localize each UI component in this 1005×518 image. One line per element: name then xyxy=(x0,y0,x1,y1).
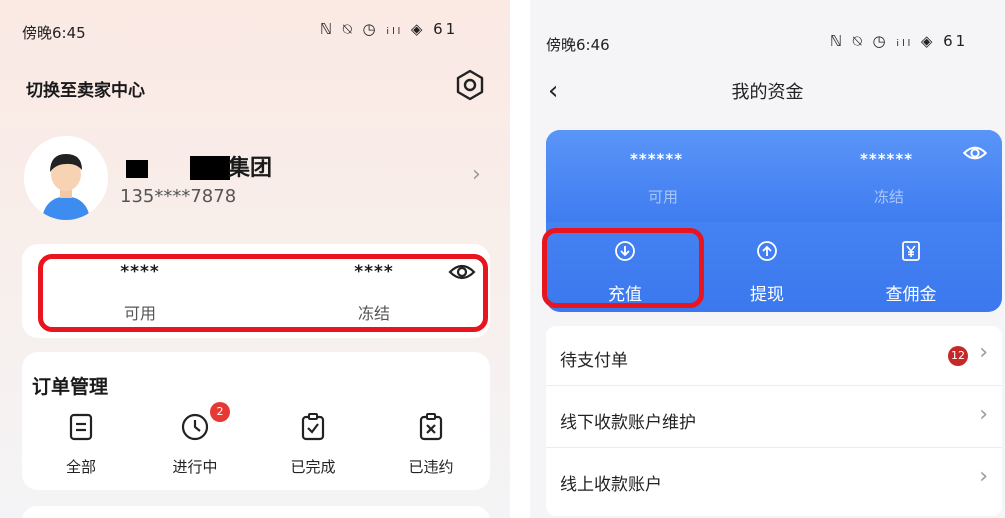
frozen-value: ****** xyxy=(860,150,914,168)
withdraw-button[interactable]: 提现 xyxy=(722,240,812,305)
status-time: 傍晚6:45 xyxy=(22,24,86,42)
user-phone: 135****7878 xyxy=(120,186,237,207)
switch-to-seller-link[interactable]: 切换至卖家中心 xyxy=(26,76,145,101)
pending-count-badge: 12 xyxy=(948,346,968,366)
order-count-badge: 2 xyxy=(210,402,230,422)
online-account-label: 线上收款账户 xyxy=(560,475,662,495)
redaction-block xyxy=(126,160,148,178)
my-funds-screen: 傍晚6:46 ℕ ⍉ ◷ ᵢₗₗ ◈ 61 ‹ 我的资金 ****** 可用 *… xyxy=(530,0,1005,518)
clock-icon xyxy=(181,413,209,441)
available-value: **** xyxy=(120,262,160,282)
offline-account-row[interactable]: 线下收款账户维护 › xyxy=(546,388,1002,448)
status-time: 傍晚6:46 xyxy=(546,36,610,54)
frozen-value: **** xyxy=(354,262,394,282)
status-bar: 傍晚6:46 ℕ ⍉ ◷ ᵢₗₗ ◈ 61 xyxy=(530,0,1005,54)
order-all-label: 全部 xyxy=(65,458,96,476)
frozen-label: 冻结 xyxy=(874,188,905,206)
list-icon xyxy=(69,413,93,441)
order-breached-label: 已违约 xyxy=(408,458,454,476)
status-bar: 傍晚6:45 ℕ ⍉ ◷ ᵢₗₗ ◈ 61 xyxy=(0,0,510,42)
order-management-title: 订单管理 xyxy=(32,376,109,398)
yen-icon xyxy=(902,241,920,261)
pending-payment-label: 待支付单 xyxy=(560,351,628,371)
order-in-progress-label: 进行中 xyxy=(172,458,218,476)
offline-account-label: 线下收款账户维护 xyxy=(560,413,696,433)
next-section-card xyxy=(22,506,490,518)
redaction-block xyxy=(190,156,230,180)
check-commission-label: 查佣金 xyxy=(885,285,937,305)
available-label: 可用 xyxy=(123,304,156,323)
status-icons: ℕ ⍉ ◷ ᵢₗₗ ◈ 61 xyxy=(830,32,969,50)
funds-menu-list: 待支付单 12 › 线下收款账户维护 › 线上收款账户 › xyxy=(546,326,1002,516)
frozen-balance: **** 冻结 xyxy=(314,262,434,324)
highlight-box xyxy=(542,228,704,308)
available-value: ****** xyxy=(630,150,684,168)
chevron-right-icon: › xyxy=(979,464,988,489)
eye-icon[interactable] xyxy=(962,144,988,162)
order-completed-label: 已完成 xyxy=(290,458,336,476)
profile-chevron-icon[interactable]: › xyxy=(472,162,481,187)
clipboard-x-icon xyxy=(419,413,443,441)
withdraw-label: 提现 xyxy=(750,285,784,305)
eye-icon[interactable] xyxy=(448,262,476,282)
avatar-icon xyxy=(24,136,108,220)
avatar[interactable] xyxy=(24,136,108,220)
profile-screen: 傍晚6:45 ℕ ⍉ ◷ ᵢₗₗ ◈ 61 切换至卖家中心 集团 135****… xyxy=(0,0,510,518)
pending-payment-row[interactable]: 待支付单 12 › xyxy=(546,326,1002,386)
online-account-row[interactable]: 线上收款账户 › xyxy=(546,450,1002,510)
funds-summary xyxy=(546,130,1002,222)
order-completed-button[interactable]: 已完成 xyxy=(268,412,358,477)
frozen-label: 冻结 xyxy=(357,304,390,323)
order-all-button[interactable]: 全部 xyxy=(36,412,126,477)
order-in-progress-button[interactable]: 2 进行中 xyxy=(150,402,240,477)
user-name: 集团 xyxy=(228,156,273,181)
chevron-right-icon: › xyxy=(979,402,988,427)
clipboard-check-icon xyxy=(301,413,325,441)
status-icons: ℕ ⍉ ◷ ᵢₗₗ ◈ 61 xyxy=(320,20,459,38)
available-balance: **** 可用 xyxy=(80,262,200,324)
upload-circle-icon xyxy=(757,241,777,261)
available-label: 可用 xyxy=(648,188,679,206)
order-breached-button[interactable]: 已违约 xyxy=(386,412,476,477)
chevron-right-icon: › xyxy=(979,340,988,365)
settings-icon[interactable] xyxy=(453,68,487,102)
check-commission-button[interactable]: 查佣金 xyxy=(866,240,956,305)
page-title: 我的资金 xyxy=(731,82,804,103)
